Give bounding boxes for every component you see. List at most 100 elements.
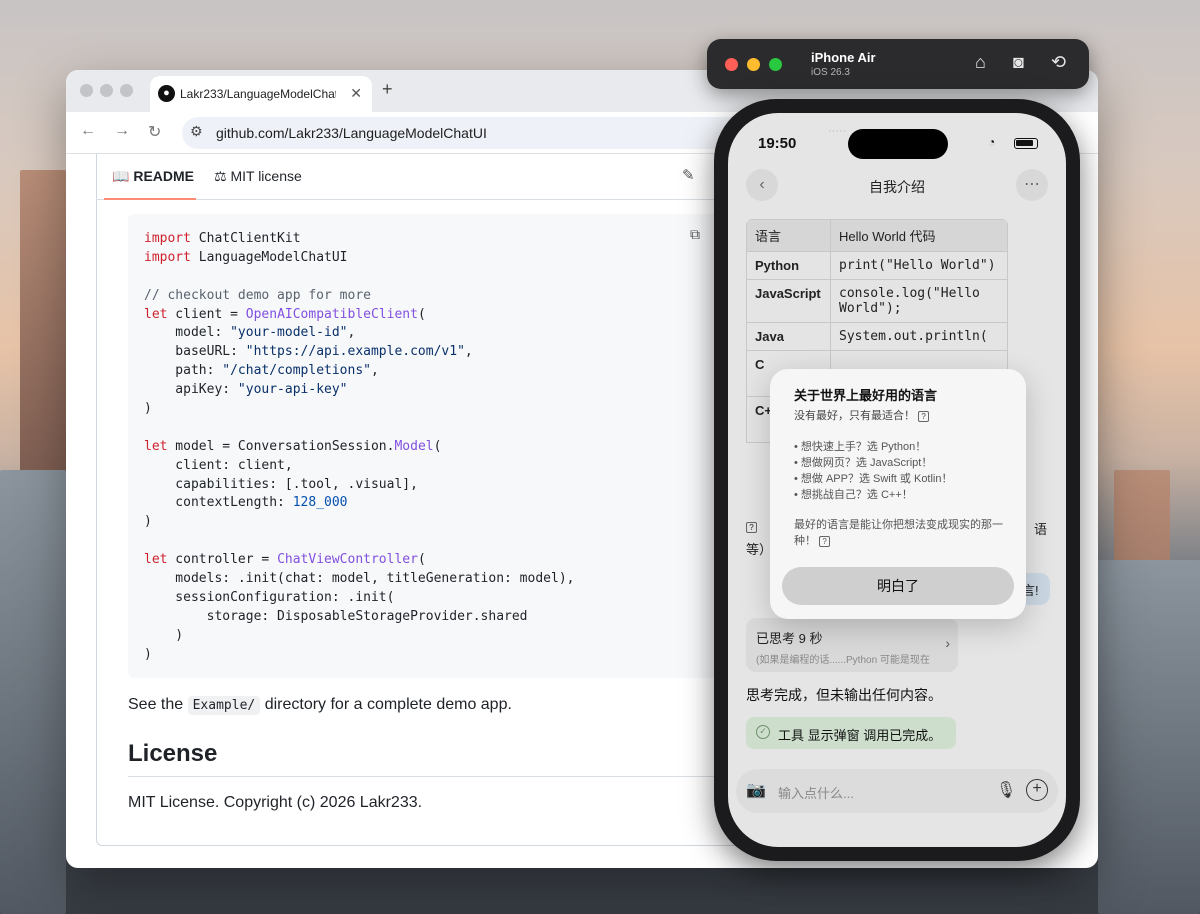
code-token: 128_000 — [292, 495, 348, 511]
site-settings-icon[interactable]: ⚙ — [190, 123, 203, 140]
microphone-icon[interactable]: 🎙 — [996, 780, 1016, 800]
table-header-cell: 语言 — [746, 219, 831, 252]
dialog-title: 关于世界上最好用的语言 — [794, 388, 938, 403]
completion-text: 思考完成，但未输出任何内容。 — [746, 687, 942, 703]
code-token: client = — [167, 306, 246, 322]
background-building — [0, 470, 66, 914]
address-text: github.com/Lakr233/LanguageModelChatUI — [216, 125, 487, 141]
code-line: capabilities: [.tool, .visual], — [144, 476, 728, 495]
add-icon[interactable]: + — [1026, 779, 1048, 801]
message-fragment: 语 — [1034, 522, 1048, 537]
dialog-footer: 最好的语言是能让你把想法变成现实的那一种！ ? — [794, 517, 1006, 549]
list-item: • 想挑战自己？选 C++！ — [794, 489, 913, 501]
code-token: client: client, — [144, 457, 293, 473]
tab-readme[interactable]: 📖 README — [112, 168, 194, 185]
code-line: contextLength: 128_000 — [144, 494, 728, 513]
dialog-list: • 想快速上手？选 Python！ • 想做网页？选 JavaScript！ •… — [794, 439, 953, 503]
background-building — [20, 170, 66, 500]
help-icon: ? — [819, 535, 831, 547]
screenshot-icon[interactable]: ◙ — [1013, 52, 1024, 73]
code-block: import ChatClientKit import LanguageModel… — [128, 214, 728, 678]
help-icon: ? — [918, 410, 930, 422]
camera-icon[interactable]: 📷 — [746, 780, 766, 800]
code-token: "your-model-id" — [230, 325, 348, 341]
code-token: , — [464, 344, 473, 360]
table-cell: Java — [746, 322, 831, 351]
back-icon[interactable]: ← — [80, 122, 96, 140]
iphone-frame: ····· 19:50 ◔ ‹ 自我介绍 ⋯ 语言 Hello World 代码… — [714, 99, 1080, 861]
forward-icon[interactable]: → — [114, 122, 130, 140]
table-row: JavaScript console.log("Hello World"); — [746, 279, 1008, 323]
active-tab-underline — [104, 198, 196, 200]
help-icon: ? — [746, 519, 757, 534]
alert-dialog: 关于世界上最好用的语言 没有最好，只有最适合！ ? • 想快速上手？选 Pyth… — [770, 369, 1026, 619]
code-token: apiKey: — [144, 382, 238, 398]
code-token: "/chat/completions" — [222, 363, 371, 379]
code-line: import LanguageModelChatUI — [144, 249, 728, 268]
simulator-titlebar: iPhone Air iOS 26.3 ⌂ ◙ ⟲ — [707, 39, 1089, 89]
example-inline-code: Example/ — [187, 696, 261, 715]
tab-license-label: MIT license — [230, 168, 302, 184]
close-window-button[interactable] — [725, 58, 738, 71]
book-icon: 📖 — [112, 168, 130, 184]
message-fragment: 等） — [746, 542, 773, 557]
close-window-button[interactable] — [80, 84, 93, 97]
tool-status: ✓ 工具 显示弹窗 调用已完成。 — [746, 717, 956, 749]
dialog-confirm-button[interactable]: 明白了 — [782, 567, 1014, 605]
code-token: Model — [394, 438, 434, 454]
thinking-bubble[interactable]: 已思考 9 秒 (如果是编程的话......Python 可能是现在 › — [746, 618, 958, 672]
minimize-window-button[interactable] — [100, 84, 113, 97]
table-cell: console.log("Hello World"); — [830, 279, 1008, 323]
minimize-window-button[interactable] — [747, 58, 760, 71]
code-line: storage: DisposableStorageProvider.share… — [144, 608, 728, 627]
code-line: let client = OpenAICompatibleClient( — [144, 306, 728, 325]
tab-title: Lakr233/LanguageModelChatUI — [180, 87, 336, 101]
code-line: models: .init(chat: model, titleGenerati… — [144, 570, 728, 589]
code-token: controller = — [167, 552, 278, 568]
table-cell: JavaScript — [746, 279, 831, 323]
code-token: ( — [433, 438, 442, 454]
copy-icon[interactable]: ⧉ — [690, 226, 700, 243]
browser-tab[interactable]: ● Lakr233/LanguageModelChatUI ✕ — [150, 76, 372, 112]
zoom-window-button[interactable] — [120, 84, 133, 97]
code-token: ChatViewController — [277, 552, 418, 568]
home-icon[interactable]: ⌂ — [975, 52, 986, 73]
zoom-window-button[interactable] — [769, 58, 782, 71]
code-line: client: client, — [144, 457, 728, 476]
status-time: 19:50 — [758, 135, 797, 152]
code-line: let model = ConversationSession.Model( — [144, 438, 728, 457]
code-line: sessionConfiguration: .init( — [144, 589, 728, 608]
tool-status-text: 工具 显示弹窗 调用已完成。 — [778, 728, 942, 743]
code-token: ( — [417, 552, 426, 568]
code-token: ) — [144, 646, 152, 662]
code-line: model: "your-model-id", — [144, 324, 728, 343]
table-cell: System.out.println( — [830, 322, 1008, 351]
dynamic-island — [848, 129, 948, 159]
code-token: ) — [144, 514, 152, 530]
code-line: ) — [144, 646, 728, 665]
example-suffix: directory for a complete demo app. — [264, 696, 512, 713]
tab-license[interactable]: ⚖ MIT license — [214, 168, 302, 185]
list-item: • 想做网页？选 JavaScript！ — [794, 457, 933, 469]
rotate-icon[interactable]: ⟲ — [1051, 52, 1066, 73]
edit-pencil-icon[interactable]: ✎ — [682, 166, 695, 184]
message-input[interactable]: 输入点什么... — [778, 783, 854, 802]
code-line: baseURL: "https://api.example.com/v1", — [144, 343, 728, 362]
readme-tabs: 📖 README ⚖ MIT license ✎ — [96, 154, 756, 200]
wifi-icon: ◔ — [988, 135, 996, 149]
new-tab-button[interactable]: + — [382, 79, 393, 100]
code-line: path: "/chat/completions", — [144, 362, 728, 381]
phone-screen: ····· 19:50 ◔ ‹ 自我介绍 ⋯ 语言 Hello World 代码… — [728, 113, 1066, 847]
close-tab-icon[interactable]: ✕ — [350, 85, 362, 102]
table-row: Python print("Hello World") — [746, 251, 1008, 280]
license-heading: License — [128, 740, 728, 777]
reload-icon[interactable]: ↻ — [148, 122, 161, 142]
code-line: apiKey: "your-api-key" — [144, 381, 728, 400]
table-cell: Python — [746, 251, 831, 280]
code-token: ( — [417, 306, 426, 322]
more-options-button[interactable]: ⋯ — [1016, 169, 1048, 201]
table-row: Java System.out.println( — [746, 322, 1008, 351]
code-token: path: — [144, 363, 223, 379]
